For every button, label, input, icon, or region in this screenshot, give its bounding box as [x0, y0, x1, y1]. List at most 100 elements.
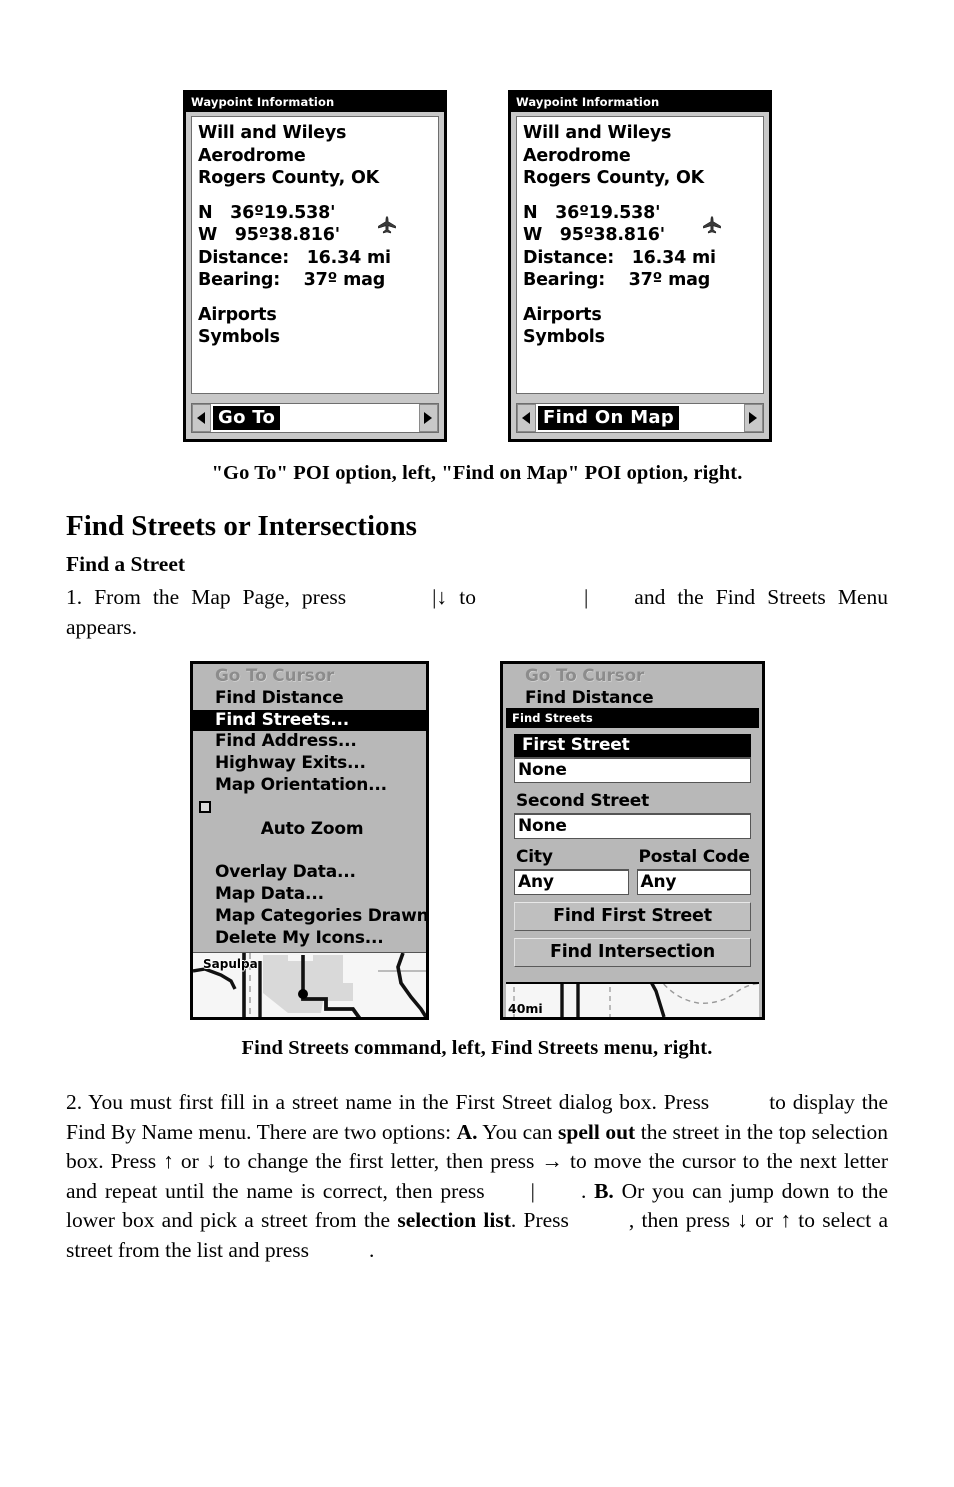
postal-code-input[interactable]: Any	[636, 869, 751, 895]
waypoint-category: Airports	[198, 304, 277, 325]
map-preview-left[interactable]: Sapulpa 40mi 5	[193, 952, 426, 1020]
waypoint-name-line-1: Will and Wileys	[523, 123, 672, 143]
option-bar-filler	[280, 404, 419, 432]
option-b-text-b: . Press	[510, 1208, 569, 1233]
waypoint-window-title: Waypoint Information	[186, 93, 444, 112]
manual-page: Waypoint Information Will and Wileys Aer…	[0, 0, 954, 1487]
scroll-left-arrow-icon[interactable]	[517, 404, 536, 432]
map-city-label: Sapulpa	[203, 957, 258, 972]
waypoint-name-line-1: Will and Wileys	[198, 123, 347, 143]
airplane-icon	[376, 215, 398, 237]
step-1-paragraph: 1. From the Map Page, press |↓ to | and the…	[66, 583, 888, 642]
menu-item-overlay-data[interactable]: Overlay Data...	[193, 862, 426, 884]
first-street-input[interactable]: None	[514, 757, 751, 783]
menu-item-map-categories-drawn[interactable]: Map Categories Drawn...	[193, 906, 426, 928]
find-streets-menu-screen: Go To Cursor Find Distance 40mi Find Str…	[500, 661, 765, 1020]
menu-item-go-to-cursor: Go To Cursor	[525, 666, 645, 686]
scroll-left-arrow-icon[interactable]	[192, 404, 211, 432]
find-intersection-button[interactable]: Find Intersection	[514, 938, 751, 967]
highway-shield-icon	[409, 1018, 426, 1020]
waypoint-name-line-2: Aerodrome	[523, 145, 631, 166]
selection-list-emphasis: selection list	[397, 1208, 511, 1233]
find-first-street-button[interactable]: Find First Street	[514, 902, 751, 931]
menu-item-auto-zoom-label: Auto Zoom	[260, 818, 364, 839]
option-a-text-c: .	[580, 1178, 587, 1203]
option-b-text-d: .	[369, 1237, 375, 1262]
waypoint-county-line: Rogers County, OK	[523, 168, 705, 188]
step-2-paragraph: 2. You must first fill in a street name …	[66, 1088, 888, 1266]
figure-1-caption: "Go To" POI option, left, "Find on Map" …	[211, 462, 743, 484]
step-1-text-a: 1. From the Map Page, press	[66, 585, 347, 609]
page-title: Find Streets or Intersections	[66, 510, 417, 542]
waypoint-subcategory: Symbols	[198, 327, 280, 347]
highway-shield-number: 5	[415, 1019, 423, 1020]
waypoint-option-label[interactable]: Go To	[213, 406, 281, 430]
waypoint-option-bar[interactable]: Find On Map	[516, 403, 764, 433]
menu-item-auto-zoom[interactable]: Auto Zoom	[193, 797, 426, 862]
city-label: City	[516, 847, 553, 867]
option-b-marker: B.	[594, 1178, 614, 1203]
waypoint-distance: Distance: 16.34 mi	[523, 247, 716, 268]
option-a-marker: A.	[456, 1119, 478, 1144]
city-column: City Any	[514, 846, 629, 902]
scroll-right-arrow-icon[interactable]	[744, 404, 763, 432]
waypoint-distance: Distance: 16.34 mi	[198, 247, 391, 268]
waypoint-subcategory: Symbols	[523, 327, 605, 347]
background-map-menu: Go To Cursor Find Distance	[503, 664, 762, 710]
city-input[interactable]: Any	[514, 869, 629, 895]
menu-item-delete-my-icons[interactable]: Delete My Icons...	[193, 928, 426, 950]
second-street-label: Second Street	[516, 791, 650, 811]
airplane-icon	[701, 215, 723, 237]
find-streets-dialog-title: Find Streets	[506, 709, 759, 728]
waypoint-body: Will and Wileys Aerodrome Rogers County,…	[516, 116, 764, 394]
second-street-input[interactable]: None	[514, 813, 751, 839]
waypoint-window-title: Waypoint Information	[511, 93, 769, 112]
menu-item-map-data[interactable]: Map Data...	[193, 884, 426, 906]
map-menu-screen: Go To Cursor Find Distance Find Streets.…	[190, 661, 429, 1020]
waypoint-longitude: W 95º38.816'	[523, 225, 665, 245]
menu-item-find-distance[interactable]: Find Distance	[193, 688, 426, 710]
menu-item-find-distance: Find Distance	[525, 687, 654, 708]
menu-item-go-to-cursor: Go To Cursor	[215, 666, 335, 686]
subsection-title: Find a Street	[66, 552, 186, 576]
waypoint-county-line: Rogers County, OK	[198, 168, 380, 188]
postal-code-column: Postal Code Any	[636, 846, 751, 902]
city-postal-row: City Any Postal Code Any	[514, 846, 751, 902]
menu-item-find-streets[interactable]: Find Streets...	[193, 709, 426, 732]
menu-item-find-address[interactable]: Find Address...	[193, 731, 426, 753]
step-1-text-b: |↓ to	[432, 585, 476, 609]
waypoint-longitude: W 95º38.816'	[198, 225, 340, 245]
waypoint-option-label[interactable]: Find On Map	[538, 406, 680, 430]
waypoint-information-screen-findonmap: Waypoint Information Will and Wileys Aer…	[508, 90, 772, 442]
find-streets-dialog-body: First Street None Second Street None Cit…	[506, 728, 759, 967]
waypoint-name-line-2: Aerodrome	[198, 145, 306, 166]
scroll-right-arrow-icon[interactable]	[419, 404, 438, 432]
step-1-text-c: |	[583, 585, 589, 609]
first-street-label: First Street	[514, 734, 751, 757]
menu-item-map-orientation[interactable]: Map Orientation...	[193, 775, 426, 797]
waypoint-latitude: N 36º19.538'	[198, 202, 336, 223]
waypoint-body: Will and Wileys Aerodrome Rogers County,…	[191, 116, 439, 394]
option-bar-filler	[679, 404, 744, 432]
waypoint-information-screen-goto: Waypoint Information Will and Wileys Aer…	[183, 90, 447, 442]
map-menu-list[interactable]: Go To Cursor Find Distance Find Streets.…	[193, 664, 426, 953]
postal-code-label: Postal Code	[638, 847, 750, 867]
option-a-text-a: You can	[482, 1119, 553, 1144]
waypoint-option-bar[interactable]: Go To	[191, 403, 439, 433]
waypoint-category: Airports	[523, 304, 602, 325]
step-2-text-1: 2. You must first fill in a street name …	[66, 1090, 710, 1114]
menu-item-highway-exits[interactable]: Highway Exits...	[193, 753, 426, 775]
figure-2-caption: Find Streets command, left, Find Streets…	[241, 1037, 713, 1059]
auto-zoom-checkbox[interactable]	[199, 800, 211, 813]
waypoint-latitude: N 36º19.538'	[523, 202, 661, 223]
waypoint-bearing: Bearing: 37º mag	[523, 270, 711, 290]
find-streets-dialog: Find Streets First Street None Second St…	[506, 708, 759, 984]
option-a-key: |	[530, 1178, 535, 1203]
waypoint-bearing: Bearing: 37º mag	[198, 270, 386, 290]
map-scale-label: 40mi	[508, 1001, 543, 1016]
spell-out-emphasis: spell out	[558, 1119, 636, 1144]
